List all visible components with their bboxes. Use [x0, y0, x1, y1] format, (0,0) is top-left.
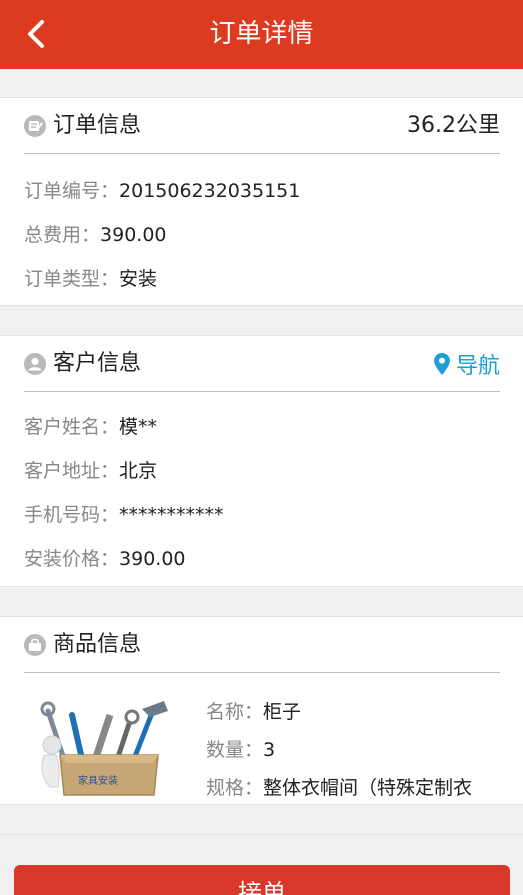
customer-address-row: 客户地址：北京 [24, 456, 157, 483]
goods-icon [24, 634, 46, 656]
total-fee-value: 390.00 [100, 224, 167, 246]
footer-divider [0, 834, 523, 835]
total-fee-row: 总费用：390.00 [24, 220, 167, 247]
install-price-label: 安装价格： [24, 548, 120, 570]
goods-name-label: 名称： [206, 701, 264, 723]
page-title: 订单详情 [209, 19, 314, 49]
goods-quantity-value: 3 [263, 739, 276, 761]
goods-quantity-label: 数量： [206, 739, 264, 761]
order-type-row: 订单类型：安装 [24, 264, 157, 291]
navigate-label: 导航 [455, 354, 500, 379]
customer-address-value: 北京 [119, 460, 158, 482]
location-pin-icon [433, 353, 450, 375]
navigate-button[interactable]: 导航 [433, 336, 500, 392]
order-info-card: 订单信息 36.2公里 订单编号：201506232035151 总费用：390… [0, 97, 523, 306]
phone-label: 手机号码： [24, 504, 120, 526]
customer-info-title: 客户信息 [53, 351, 142, 376]
goods-info-title: 商品信息 [53, 632, 142, 657]
order-number-label: 订单编号： [24, 180, 120, 202]
install-price-row: 安装价格：390.00 [24, 544, 186, 571]
goods-info-header: 商品信息 [24, 617, 500, 673]
phone-value: *********** [119, 504, 224, 526]
goods-spec-value: 整体衣帽间（特殊定制衣 [263, 777, 473, 799]
customer-info-card: 客户信息 导航 客户姓名：模** 客户地址：北京 手机号码：**********… [0, 335, 523, 587]
order-number-row: 订单编号：201506232035151 [24, 176, 300, 203]
total-fee-label: 总费用： [24, 224, 101, 246]
customer-name-row: 客户姓名：模** [24, 412, 157, 439]
goods-name-row: 名称：柜子 [206, 697, 301, 724]
order-info-header: 订单信息 36.2公里 [24, 98, 500, 154]
user-icon [24, 353, 46, 375]
customer-address-label: 客户地址： [24, 460, 120, 482]
accept-order-button[interactable]: 接单 [14, 865, 510, 895]
install-price-value: 390.00 [119, 548, 186, 570]
toolbox-image: 家具安装 [40, 701, 168, 796]
goods-quantity-row: 数量：3 [206, 735, 275, 762]
customer-info-header: 客户信息 导航 [24, 336, 500, 392]
order-icon [24, 115, 46, 137]
goods-spec-row: 规格：整体衣帽间（特殊定制衣 [206, 773, 472, 800]
toolbox-caption: 家具安装 [78, 774, 118, 787]
order-type-label: 订单类型： [24, 268, 120, 290]
customer-name-value: 模** [119, 416, 158, 438]
phone-row: 手机号码：*********** [24, 500, 224, 527]
order-info-title: 订单信息 [53, 113, 142, 138]
order-type-value: 安装 [119, 268, 158, 290]
goods-info-card: 商品信息 家具安装 名称：柜子 数量：3 规格：整体衣帽间（特殊定制衣 [0, 616, 523, 805]
goods-spec-label: 规格： [206, 777, 264, 799]
order-number-value: 201506232035151 [119, 180, 301, 202]
distance-label: 36.2公里 [407, 113, 500, 138]
top-bar: 订单详情 [0, 0, 523, 69]
customer-name-label: 客户姓名： [24, 416, 120, 438]
goods-name-value: 柜子 [263, 701, 302, 723]
